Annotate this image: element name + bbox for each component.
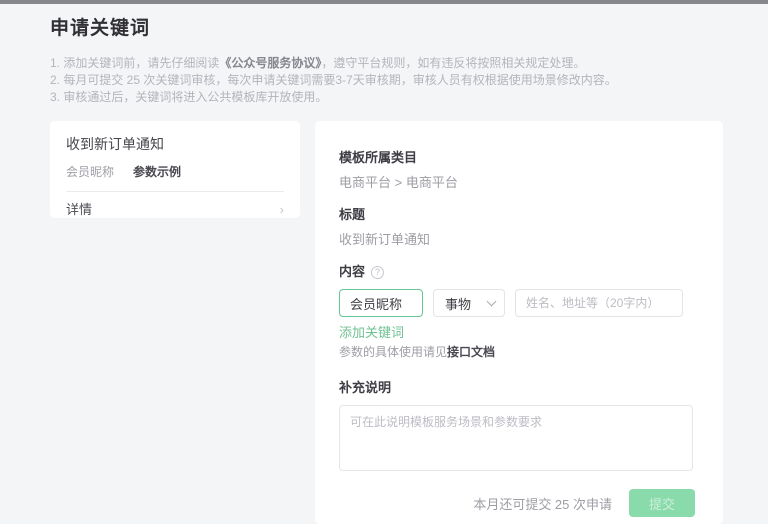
page-title: 申请关键词 — [50, 13, 768, 40]
param-example-value: 参数示例 — [133, 165, 181, 179]
notice-1-suffix: ，遵守平台规则，如有违反将按照相关规定处理。 — [321, 56, 585, 70]
notes-textarea[interactable] — [339, 405, 693, 471]
preview-divider — [66, 191, 284, 192]
example-input[interactable] — [515, 289, 683, 317]
preview-card-title: 收到新订单通知 — [66, 136, 284, 152]
type-select[interactable]: 事物 — [433, 289, 505, 317]
keyword-form-panel: 模板所属类目 电商平台 > 电商平台 标题 收到新订单通知 内容 ? 事物 添加… — [315, 121, 723, 524]
notice-line-3: 3. 审核通过后，关键词将进入公共模板库开放使用。 — [50, 89, 768, 106]
category-value: 电商平台 > 电商平台 — [339, 176, 695, 190]
content-label-text: 内容 — [339, 265, 365, 279]
main-content: 收到新订单通知 会员昵称 参数示例 详情 › 模板所属类目 电商平台 > 电商平台… — [50, 121, 768, 524]
title-value: 收到新订单通知 — [339, 233, 695, 247]
category-label: 模板所属类目 — [339, 151, 695, 165]
submit-button[interactable]: 提交 — [629, 489, 695, 517]
detail-row[interactable]: 详情 › — [66, 203, 284, 217]
template-preview-card: 收到新订单通知 会员昵称 参数示例 详情 › — [50, 121, 300, 218]
quota-text: 本月还可提交 25 次申请 — [473, 494, 612, 513]
notice-line-1: 1. 添加关键词前，请先仔细阅读《公众号服务协议》，遵守平台规则，如有违反将按照… — [50, 55, 768, 72]
notes-label: 补充说明 — [339, 381, 695, 395]
title-label: 标题 — [339, 208, 695, 222]
service-agreement-link[interactable]: 《公众号服务协议》 — [219, 56, 321, 70]
form-footer: 本月还可提交 25 次申请 提交 — [339, 489, 695, 517]
doc-hint: 参数的具体使用请见接口文档 — [339, 345, 695, 359]
help-icon[interactable]: ? — [371, 266, 384, 279]
notice-1-prefix: 1. 添加关键词前，请先仔细阅读 — [50, 56, 219, 70]
detail-label: 详情 — [66, 203, 92, 217]
chevron-right-icon: › — [280, 203, 284, 217]
notice-line-2: 2. 每月可提交 25 次关键词审核，每次申请关键词需要3-7天审核期，审核人员… — [50, 72, 768, 89]
keyword-input[interactable] — [339, 289, 423, 317]
doc-hint-prefix: 参数的具体使用请见 — [339, 345, 447, 359]
param-name-label: 会员昵称 — [66, 165, 114, 179]
keyword-input-row: 事物 — [339, 289, 695, 317]
preview-param-row: 会员昵称 参数示例 — [66, 165, 284, 179]
add-keyword-link[interactable]: 添加关键词 — [339, 326, 404, 340]
type-select-value: 事物 — [445, 294, 471, 313]
content-label: 内容 ? — [339, 265, 695, 279]
api-doc-link[interactable]: 接口文档 — [447, 345, 495, 359]
notice-list: 1. 添加关键词前，请先仔细阅读《公众号服务协议》，遵守平台规则，如有违反将按照… — [50, 55, 768, 106]
chevron-down-icon — [487, 296, 497, 306]
apply-keyword-page: 申请关键词 1. 添加关键词前，请先仔细阅读《公众号服务协议》，遵守平台规则，如… — [0, 4, 768, 524]
